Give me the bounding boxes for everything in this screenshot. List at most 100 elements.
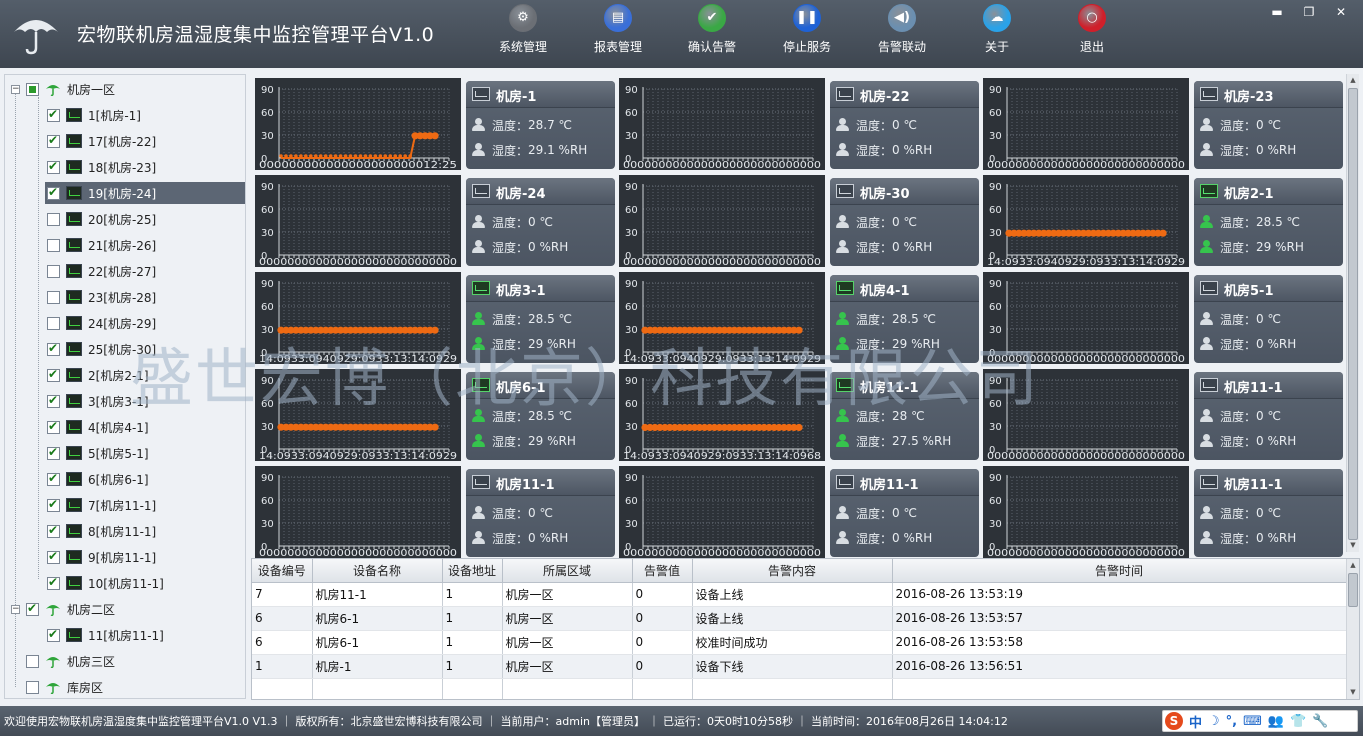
room-info-card[interactable]: 机房11-1 温度： 0 ℃ 湿度： 0 %RH xyxy=(1194,372,1343,460)
tree-checkbox[interactable] xyxy=(26,680,39,694)
tree-checkbox[interactable] xyxy=(47,264,60,278)
column-header[interactable]: 设备名称 xyxy=(312,559,443,583)
user-icon[interactable]: 👥 xyxy=(1268,714,1284,729)
room-info-card[interactable]: 机房-1 温度： 28.7 ℃ 湿度： 29.1 %RH xyxy=(466,81,615,169)
tree-checkbox[interactable] xyxy=(47,471,60,486)
table-row[interactable] xyxy=(252,678,1347,699)
tree-checkbox[interactable] xyxy=(47,341,60,356)
grid-scroll-thumb[interactable] xyxy=(1348,88,1358,540)
tree-device-node[interactable]: 20[机房-25] xyxy=(47,208,243,230)
tree-checkbox[interactable] xyxy=(47,290,60,304)
column-header[interactable]: 告警值 xyxy=(632,559,693,583)
scroll-down-arrow-icon[interactable]: ▼ xyxy=(1347,539,1359,552)
tree-zone-node[interactable]: − 机房一区 xyxy=(11,78,243,100)
toolbar-button-check[interactable]: ✔ 确认告警 xyxy=(672,4,752,55)
room-info-card[interactable]: 机房2-1 温度： 28.5 ℃ 湿度： 29 %RH xyxy=(1194,178,1343,266)
scroll-up-arrow-icon[interactable]: ▲ xyxy=(1347,74,1359,87)
tree-device-node[interactable]: 5[机房5-1] xyxy=(47,442,243,464)
monitor-panel[interactable]: 90 60 30 0 0000000000000000000000000000 机房-24… xyxy=(255,175,615,267)
table-row[interactable]: 6 机房6-1 1 机房一区 0 校准时间成功 2016-08-26 13:53:58 xyxy=(252,630,1347,655)
tree-device-node[interactable]: 17[机房-22] xyxy=(47,130,243,152)
tree-checkbox[interactable] xyxy=(26,654,39,668)
tree-checkbox[interactable] xyxy=(47,185,60,200)
keyboard-icon[interactable]: ⌨ xyxy=(1243,714,1262,729)
tree-checkbox[interactable] xyxy=(47,133,60,148)
tree-device-node[interactable]: 9[机房11-1] xyxy=(47,546,243,568)
room-info-card[interactable]: 机房11-1 温度： 0 ℃ 湿度： 0 %RH xyxy=(830,469,979,557)
tree-device-node[interactable]: 22[机房-27] xyxy=(47,260,243,282)
toolbar-button-cloud[interactable]: ☁ 关于 xyxy=(957,4,1037,55)
table-scroll-thumb[interactable] xyxy=(1348,573,1358,607)
toolbar-button-power[interactable]: ○ 退出 xyxy=(1052,4,1132,55)
column-header[interactable]: 告警时间 xyxy=(892,559,1347,583)
table-scroll-up-icon[interactable]: ▲ xyxy=(1347,559,1359,572)
tree-zone-node[interactable]: 机房三区 xyxy=(11,650,243,672)
tree-device-node[interactable]: 10[机房11-1] xyxy=(47,572,243,594)
tree-device-node[interactable]: 4[机房4-1] xyxy=(47,416,243,438)
tree-checkbox[interactable] xyxy=(47,497,60,512)
tree-checkbox[interactable] xyxy=(47,627,60,642)
toolbar-button-speaker[interactable]: ◀) 告警联动 xyxy=(862,4,942,55)
wrench-icon[interactable]: 🔧 xyxy=(1312,714,1328,729)
table-row[interactable]: 1 机房-1 1 机房一区 0 设备下线 2016-08-26 13:56:51 xyxy=(252,654,1347,679)
room-info-card[interactable]: 机房11-1 温度： 0 ℃ 湿度： 0 %RH xyxy=(1194,469,1343,557)
toolbar-button-report[interactable]: ▤ 报表管理 xyxy=(578,4,658,55)
monitor-panel[interactable]: 90 60 30 0 14:0933:0940929:0933:13:14:0929 机房… xyxy=(255,369,615,461)
monitor-panel[interactable]: 90 60 30 0 0000000000000000000000000000 机房-22… xyxy=(619,78,979,170)
tree-zone-node[interactable]: − 机房二区 xyxy=(11,598,243,620)
tree-checkbox[interactable] xyxy=(47,445,60,460)
tree-device-node[interactable]: 25[机房-30] xyxy=(47,338,243,360)
monitor-panel[interactable]: 90 60 30 0 14:0933:0940929:0933:13:14:0929 机房… xyxy=(255,272,615,364)
tree-device-node[interactable]: 23[机房-28] xyxy=(47,286,243,308)
tree-checkbox[interactable] xyxy=(47,238,60,252)
input-method-toolbar[interactable]: S 中 ☽ °, ⌨ 👥 👕 🔧 xyxy=(1162,710,1358,732)
skin-icon[interactable]: 👕 xyxy=(1290,714,1306,729)
sogou-logo-icon[interactable]: S xyxy=(1165,712,1183,730)
column-header[interactable]: 告警内容 xyxy=(692,559,893,583)
room-info-card[interactable]: 机房-30 温度： 0 ℃ 湿度： 0 %RH xyxy=(830,178,979,266)
grid-scrollbar[interactable]: ▲ ▼ xyxy=(1346,74,1359,552)
monitor-panel[interactable]: 90 60 30 0 0000000000000000000000000000 机房-30… xyxy=(619,175,979,267)
tree-device-node[interactable]: 8[机房11-1] xyxy=(47,520,243,542)
tree-device-node[interactable]: 18[机房-23] xyxy=(47,156,243,178)
tree-expander-icon[interactable]: − xyxy=(11,604,20,614)
column-header[interactable]: 所属区域 xyxy=(502,559,633,583)
tree-checkbox[interactable] xyxy=(47,575,60,590)
tree-device-node[interactable]: 7[机房11-1] xyxy=(47,494,243,516)
tree-device-node[interactable]: 24[机房-29] xyxy=(47,312,243,334)
toolbar-button-pause[interactable]: ❚❚ 停止服务 xyxy=(767,4,847,55)
monitor-panel[interactable]: 90 60 30 0 0000000000000000000000000000 机房5-1… xyxy=(983,272,1343,364)
maximize-button[interactable]: ❐ xyxy=(1300,4,1318,20)
tree-device-node[interactable]: 19[机房-24] xyxy=(45,182,245,204)
tree-zone-node[interactable]: 库房区 xyxy=(11,676,243,698)
tree-checkbox[interactable] xyxy=(47,549,60,564)
tree-device-node[interactable]: 2[机房2-1] xyxy=(47,364,243,386)
tree-checkbox[interactable] xyxy=(47,316,60,330)
room-info-card[interactable]: 机房4-1 温度： 28.5 ℃ 湿度： 29 %RH xyxy=(830,275,979,363)
table-scroll-down-icon[interactable]: ▼ xyxy=(1347,686,1359,699)
tree-checkbox[interactable] xyxy=(47,367,60,382)
tree-checkbox[interactable] xyxy=(47,212,60,226)
tree-device-node[interactable]: 6[机房6-1] xyxy=(47,468,243,490)
tree-device-node[interactable]: 3[机房3-1] xyxy=(47,390,243,412)
monitor-panel[interactable]: 90 60 30 0 0000000000000000000000000000 机房-23… xyxy=(983,78,1343,170)
monitor-panel[interactable]: 90 60 30 0 14:0933:0940929:0933:13:14:0929 机房… xyxy=(983,175,1343,267)
monitor-panel[interactable]: 90 60 30 0 14:0933:0940929:0933:13:14:0929 机房… xyxy=(619,272,979,364)
table-scrollbar[interactable]: ▲ ▼ xyxy=(1346,559,1359,699)
table-row[interactable]: 6 机房6-1 1 机房一区 0 设备上线 2016-08-26 13:53:57 xyxy=(252,606,1347,631)
tree-checkbox[interactable] xyxy=(47,393,60,408)
tree-device-node[interactable]: 11[机房11-1] xyxy=(47,624,243,646)
room-info-card[interactable]: 机房-22 温度： 0 ℃ 湿度： 0 %RH xyxy=(830,81,979,169)
tree-device-node[interactable]: 21[机房-26] xyxy=(47,234,243,256)
tree-expander-icon[interactable]: − xyxy=(11,84,20,94)
ime-punct-toggle[interactable]: °, xyxy=(1226,714,1237,729)
toolbar-button-gear[interactable]: ⚙ 系统管理 xyxy=(483,4,563,55)
room-info-card[interactable]: 机房11-1 温度： 28 ℃ 湿度： 27.5 %RH xyxy=(830,372,979,460)
tree-checkbox[interactable] xyxy=(47,107,60,122)
table-row[interactable]: 7 机房11-1 1 机房一区 0 设备上线 2016-08-26 13:53:19 xyxy=(252,582,1347,607)
monitor-panel[interactable]: 90 60 30 0 14:0933:0940929:0933:13:14:0968 机房… xyxy=(619,369,979,461)
tree-checkbox[interactable] xyxy=(47,419,60,434)
monitor-panel[interactable]: 90 60 30 0 0000000000000000000000000000 机房11-… xyxy=(983,466,1343,558)
close-button[interactable]: ✕ xyxy=(1332,4,1350,20)
tree-checkbox[interactable] xyxy=(47,159,60,174)
